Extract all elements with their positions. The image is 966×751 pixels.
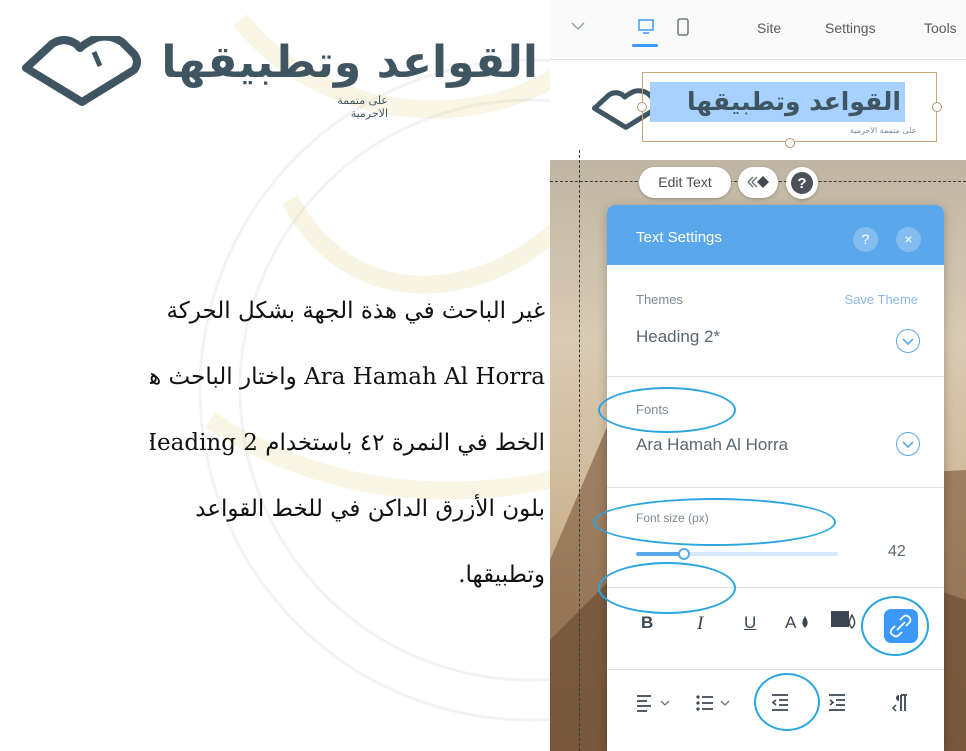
underline-button[interactable]: U xyxy=(744,613,756,633)
chevron-down-icon[interactable] xyxy=(570,18,586,34)
panel-title: Text Settings xyxy=(636,229,722,246)
desktop-icon[interactable] xyxy=(637,18,655,36)
animation-button[interactable] xyxy=(738,167,778,198)
edit-text-button[interactable]: Edit Text xyxy=(639,167,731,198)
highlight-ring xyxy=(598,562,736,614)
animation-icon xyxy=(747,176,769,188)
themes-section: Themes Save Theme Heading 2* xyxy=(607,265,944,377)
mobile-icon[interactable] xyxy=(676,18,690,36)
font-size-value[interactable]: 42 xyxy=(888,543,906,561)
help-button[interactable]: ? xyxy=(786,167,818,199)
resize-handle[interactable] xyxy=(932,102,942,112)
active-view-indicator xyxy=(632,44,658,47)
menu-tools[interactable]: Tools xyxy=(924,20,957,36)
selected-text[interactable]: القواعد وتطبيقها xyxy=(650,82,905,122)
text-color-label: A xyxy=(785,613,796,632)
paragraph-line: بلون الأزرق الداكن في للخط القواعد xyxy=(195,496,545,522)
panel-help-button[interactable]: ? xyxy=(853,227,878,252)
resize-handle[interactable] xyxy=(785,138,795,148)
italic-button[interactable]: I xyxy=(697,613,703,635)
paragraph-line: Ara Hamah Al Horra واختار الباحث هجم xyxy=(150,364,545,390)
save-theme-link[interactable]: Save Theme xyxy=(845,292,918,307)
menu-site[interactable]: Site xyxy=(757,20,781,36)
chevron-down-icon xyxy=(902,441,914,449)
paragraph-line: الخط في النمرة ٤٢ باستخدام Heading 2. xyxy=(150,430,545,456)
logo-subtitle: على متممة الاجرمية xyxy=(337,94,388,120)
help-glyph: ? xyxy=(797,175,806,192)
text-color-icon xyxy=(802,616,808,628)
theme-value[interactable]: Heading 2* xyxy=(636,327,720,347)
themes-label: Themes xyxy=(636,292,683,307)
editor-top-bar: Site Settings Tools xyxy=(550,0,966,60)
fonts-dropdown[interactable] xyxy=(896,432,920,456)
panel-header: Text Settings ? × xyxy=(607,205,944,265)
highlight-ring xyxy=(754,673,820,731)
font-size-slider-fill xyxy=(636,552,684,556)
selected-subtext: على متممة الاجرمية xyxy=(850,126,917,135)
chevron-down-icon xyxy=(902,338,914,346)
highlight-ring xyxy=(861,596,929,656)
bold-button[interactable]: B xyxy=(641,613,653,633)
highlight-ring xyxy=(598,387,736,433)
font-value[interactable]: Ara Hamah Al Horra xyxy=(636,435,788,455)
align-dropdown[interactable] xyxy=(635,692,675,714)
highlight-ring xyxy=(593,498,836,546)
explanation-paragraph: غير الباحث في هذة الجهة بشكل الحركة Ara … xyxy=(150,278,545,608)
font-size-slider-knob[interactable] xyxy=(678,548,690,560)
panel-close-button[interactable]: × xyxy=(896,227,921,252)
highlight-icon[interactable] xyxy=(829,607,863,633)
text-direction-icon[interactable] xyxy=(890,692,912,714)
menu-settings[interactable]: Settings xyxy=(825,20,876,36)
heart-logo-icon xyxy=(22,36,141,106)
help-icon: ? xyxy=(791,172,813,194)
guide-line-vertical xyxy=(579,150,580,751)
text-settings-panel: Text Settings ? × Themes Save Theme Head… xyxy=(607,205,944,751)
text-color-button[interactable]: A xyxy=(785,613,810,633)
indent-increase-icon[interactable] xyxy=(827,692,849,714)
paragraph-line: غير الباحث في هذة الجهة بشكل الحركة xyxy=(166,298,545,324)
logo-title: القواعد وتطبيقها xyxy=(161,37,538,88)
editor-screenshot: Site Settings Tools القواعد وتطبيقها على… xyxy=(550,0,966,751)
resize-handle[interactable] xyxy=(637,102,647,112)
themes-dropdown[interactable] xyxy=(896,329,920,353)
paragraph-line: وتطبيقها. xyxy=(458,562,545,588)
logo: القواعد وتطبيقها على متممة الاجرمية xyxy=(18,30,538,130)
list-dropdown[interactable] xyxy=(695,692,739,714)
